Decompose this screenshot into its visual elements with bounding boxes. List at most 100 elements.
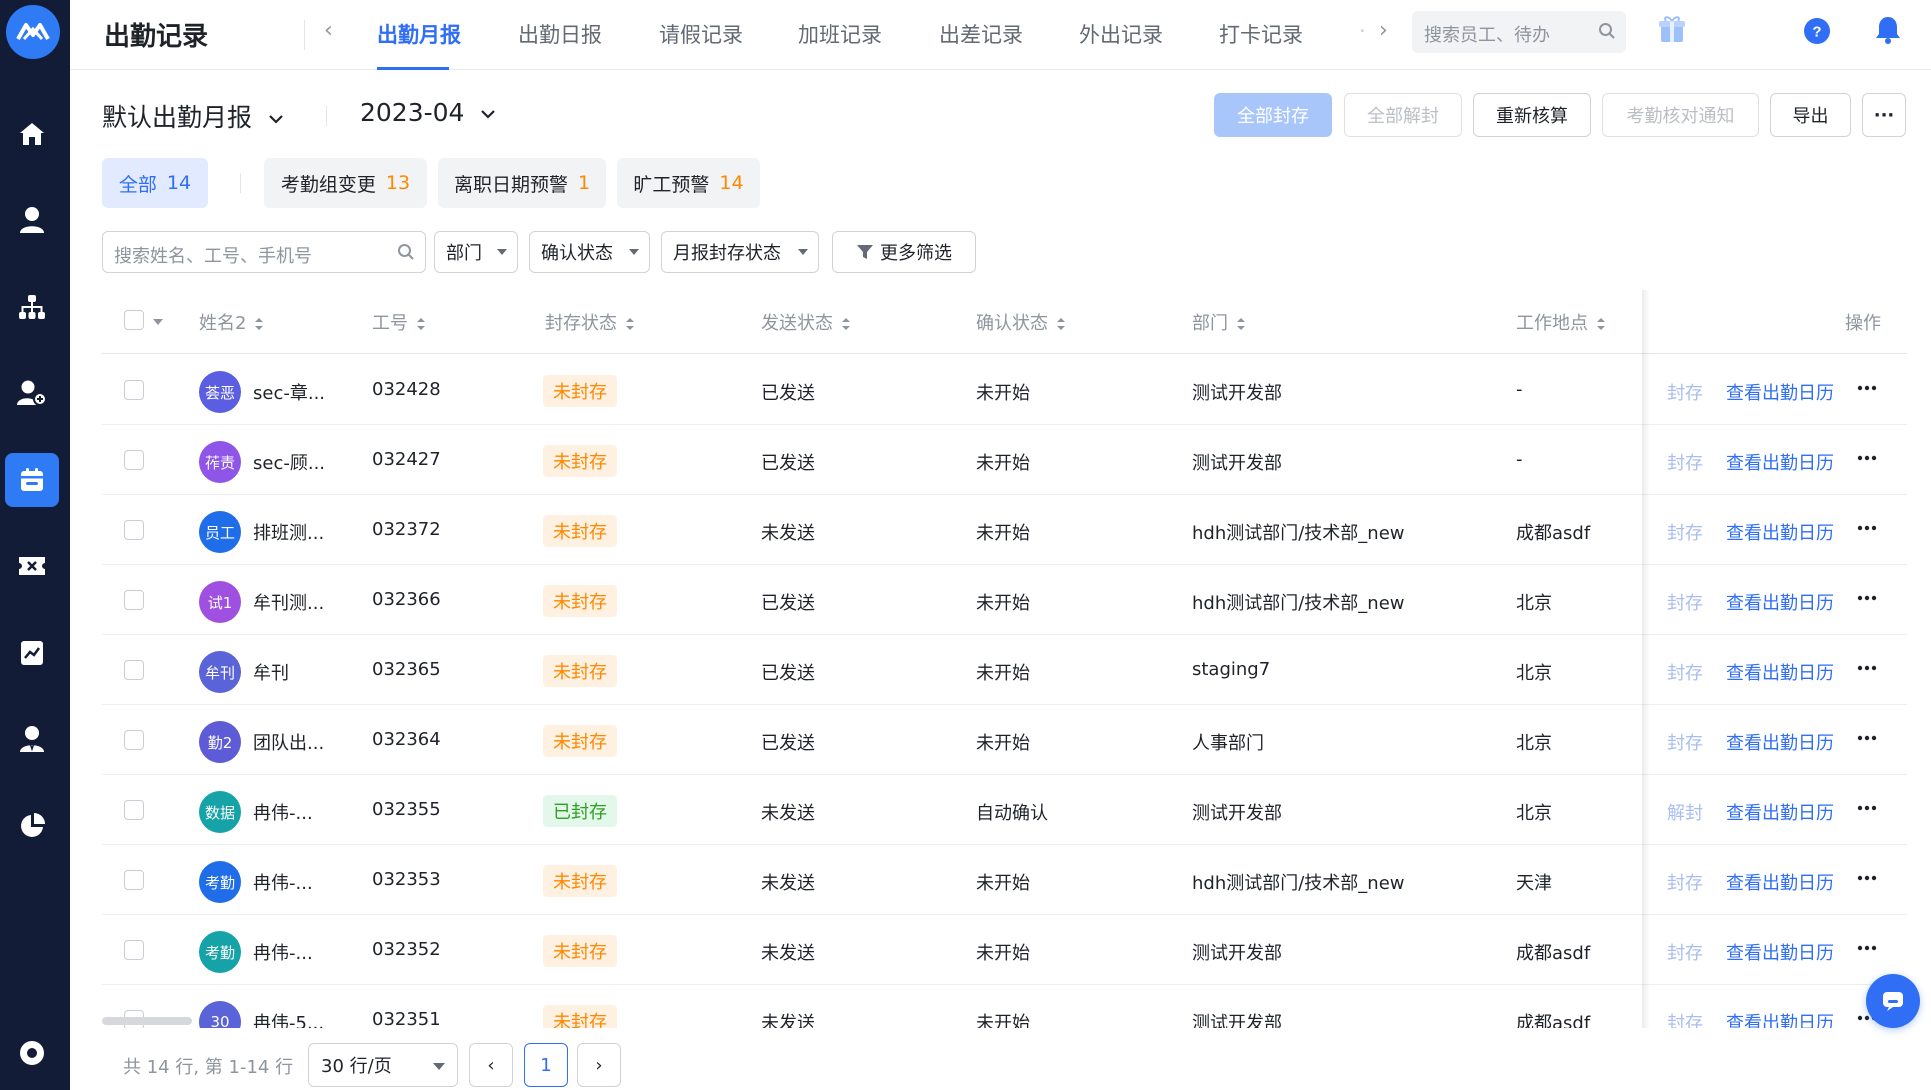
report-selector[interactable]: 默认出勤月报	[102, 98, 284, 134]
table-row[interactable]: 员工 排班测... 032372 未封存 未发送 未开始 hdh测试部门/技术部_new 成都…	[102, 495, 1907, 565]
table-row[interactable]: 莋责 sec-顾... 032427 未封存 已发送 未开始 测试开发部 - 封存 查看出勤日历	[102, 425, 1907, 495]
gift-icon[interactable]	[1658, 14, 1686, 48]
seal-toggle-link[interactable]: 解封	[1667, 799, 1703, 825]
select-all-checkbox[interactable]	[124, 310, 144, 330]
table-row[interactable]: 30 冉伟-5... 032351 未封存 未发送 未开始 测试开发部 成都asdf 封存 查看出…	[102, 985, 1907, 1028]
chip-attendance-group-change[interactable]: 考勤组变更 13	[264, 158, 427, 208]
org-chart-icon[interactable]	[5, 280, 59, 334]
column-send-status[interactable]: 发送状态	[761, 309, 851, 335]
employee-name[interactable]: sec-章...	[253, 379, 325, 405]
caret-down-icon[interactable]	[152, 318, 164, 326]
seal-toggle-link[interactable]: 封存	[1667, 379, 1703, 405]
employee-name[interactable]: 牟刊测...	[253, 589, 324, 615]
seal-toggle-link[interactable]: 封存	[1667, 659, 1703, 685]
chat-assistant-button[interactable]	[1866, 974, 1920, 1028]
confirm-status-filter[interactable]: 确认状态	[529, 231, 650, 273]
employee-icon[interactable]	[5, 712, 59, 766]
seal-toggle-link[interactable]: 封存	[1667, 869, 1703, 895]
column-employee-id[interactable]: 工号	[372, 309, 426, 335]
more-options-icon[interactable]	[1857, 805, 1877, 811]
row-checkbox[interactable]	[124, 730, 144, 750]
notification-bell-icon[interactable]	[1875, 15, 1901, 49]
table-row[interactable]: 牟刊 牟刊 032365 未封存 已发送 未开始 staging7 北京 封存 查看出勤日历	[102, 635, 1907, 705]
table-row[interactable]: 勤2 团队出... 032364 未封存 已发送 未开始 人事部门 北京 封存 查看出勤日历	[102, 705, 1907, 775]
tab-clock-records[interactable]: 打卡记录	[1219, 19, 1303, 49]
department-filter[interactable]: 部门	[434, 231, 518, 273]
view-attendance-calendar-link[interactable]: 查看出勤日历	[1726, 799, 1834, 825]
tab-next-icon[interactable]: ›	[1379, 18, 1388, 43]
employee-name[interactable]: 冉伟-...	[253, 869, 313, 895]
unseal-all-button[interactable]: 全部解封	[1344, 93, 1462, 137]
chip-all[interactable]: 全部 14	[102, 158, 208, 208]
pie-chart-icon[interactable]	[5, 799, 59, 853]
help-icon[interactable]: ?	[1803, 17, 1831, 49]
view-attendance-calendar-link[interactable]: 查看出勤日历	[1726, 519, 1834, 545]
view-attendance-calendar-link[interactable]: 查看出勤日历	[1726, 1009, 1834, 1028]
more-filters-button[interactable]: 更多筛选	[832, 231, 976, 273]
report-icon[interactable]	[5, 626, 59, 680]
person-add-icon[interactable]	[5, 366, 59, 420]
seal-toggle-link[interactable]: 封存	[1667, 589, 1703, 615]
column-confirm-status[interactable]: 确认状态	[976, 309, 1066, 335]
attendance-check-notify-button[interactable]: 考勤核对通知	[1602, 93, 1759, 137]
row-checkbox[interactable]	[124, 660, 144, 680]
column-seal-status[interactable]: 封存状态	[545, 309, 635, 335]
table-row[interactable]: 考勤 冉伟-... 032352 未封存 未发送 未开始 测试开发部 成都asdf 封存 查看出勤…	[102, 915, 1907, 985]
employee-name[interactable]: 牟刊	[253, 659, 289, 685]
row-checkbox[interactable]	[124, 380, 144, 400]
view-attendance-calendar-link[interactable]: 查看出勤日历	[1726, 939, 1834, 965]
column-department[interactable]: 部门	[1192, 309, 1246, 335]
seal-toggle-link[interactable]: 封存	[1667, 729, 1703, 755]
view-attendance-calendar-link[interactable]: 查看出勤日历	[1726, 659, 1834, 685]
export-button[interactable]: 导出	[1770, 93, 1851, 137]
seal-toggle-link[interactable]: 封存	[1667, 519, 1703, 545]
global-search-input[interactable]: 搜索员工、待办	[1412, 11, 1626, 53]
employee-name[interactable]: 排班测...	[253, 519, 324, 545]
employee-name[interactable]: sec-顾...	[253, 449, 325, 475]
seal-toggle-link[interactable]: 封存	[1667, 449, 1703, 475]
tab-monthly-report[interactable]: 出勤月报	[377, 19, 461, 49]
column-name[interactable]: 姓名2	[199, 309, 264, 335]
table-row[interactable]: 数据 冉伟-... 032355 已封存 未发送 自动确认 测试开发部 北京 解封 查看出勤日历	[102, 775, 1907, 845]
view-attendance-calendar-link[interactable]: 查看出勤日历	[1726, 869, 1834, 895]
tab-outing-records[interactable]: 外出记录	[1079, 19, 1163, 49]
employee-name[interactable]: 团队出...	[253, 729, 324, 755]
more-options-icon[interactable]	[1857, 595, 1877, 601]
seal-status-filter[interactable]: 月报封存状态	[661, 231, 819, 273]
logo-icon[interactable]	[6, 5, 60, 59]
ticket-icon[interactable]	[5, 539, 59, 593]
seal-toggle-link[interactable]: 封存	[1667, 1009, 1703, 1028]
more-actions-button[interactable]: ···	[1862, 93, 1906, 137]
next-page-button[interactable]: ›	[577, 1043, 621, 1087]
horizontal-scrollbar[interactable]	[102, 1017, 192, 1025]
home-icon[interactable]	[5, 107, 59, 161]
more-options-icon[interactable]	[1857, 875, 1877, 881]
more-options-icon[interactable]	[1857, 735, 1877, 741]
tab-overtime-records[interactable]: 加班记录	[798, 19, 882, 49]
row-checkbox[interactable]	[124, 800, 144, 820]
table-row[interactable]: 试1 牟刊测... 032366 未封存 已发送 未开始 hdh测试部门/技术部_new 北京…	[102, 565, 1907, 635]
more-options-icon[interactable]	[1857, 525, 1877, 531]
column-work-location[interactable]: 工作地点	[1516, 309, 1606, 335]
tab-business-trip-records[interactable]: 出差记录	[939, 19, 1023, 49]
view-attendance-calendar-link[interactable]: 查看出勤日历	[1726, 379, 1834, 405]
view-attendance-calendar-link[interactable]: 查看出勤日历	[1726, 449, 1834, 475]
chip-resign-date-warning[interactable]: 离职日期预警 1	[438, 158, 606, 208]
view-attendance-calendar-link[interactable]: 查看出勤日历	[1726, 729, 1834, 755]
seal-all-button[interactable]: 全部封存	[1214, 93, 1332, 137]
row-checkbox[interactable]	[124, 870, 144, 890]
employee-name[interactable]: 冉伟-5...	[253, 1009, 324, 1028]
settings-icon[interactable]	[5, 1026, 59, 1080]
row-checkbox[interactable]	[124, 450, 144, 470]
row-checkbox[interactable]	[124, 520, 144, 540]
table-row[interactable]: 考勤 冉伟-... 032353 未封存 未发送 未开始 hdh测试部门/技术部_new 天津…	[102, 845, 1907, 915]
row-checkbox[interactable]	[124, 940, 144, 960]
more-options-icon[interactable]	[1857, 385, 1877, 391]
employee-name[interactable]: 冉伟-...	[253, 939, 313, 965]
employee-search-input[interactable]: 搜索姓名、工号、手机号	[102, 231, 426, 273]
tab-prev-icon[interactable]: ‹	[324, 18, 333, 43]
month-selector[interactable]: 2023-04	[360, 98, 496, 127]
employee-name[interactable]: 冉伟-...	[253, 799, 313, 825]
table-row[interactable]: 荟恶 sec-章... 032428 未封存 已发送 未开始 测试开发部 - 封存 查看出勤日历	[102, 355, 1907, 425]
view-attendance-calendar-link[interactable]: 查看出勤日历	[1726, 589, 1834, 615]
